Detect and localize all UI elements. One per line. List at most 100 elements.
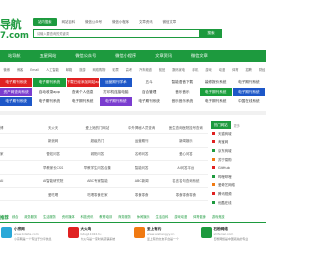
site-link[interactable]: 爱吃喝: [31, 192, 75, 197]
site-link[interactable]: 新浪网: [31, 138, 75, 143]
hot-site-item[interactable]: 爱奇艺网络: [211, 181, 266, 190]
recommend-tab[interactable]: 生活服务: [40, 213, 59, 221]
recommend-tab[interactable]: 科技资讯: [78, 213, 97, 221]
subnav-item[interactable]: 航班: [155, 67, 168, 72]
recommend-tab[interactable]: 游戏竞技: [209, 213, 228, 221]
featured-link[interactable]: 电子期刊系统: [66, 97, 99, 106]
hot-site-item[interactable]: 淘宝网: [211, 138, 266, 147]
site-card[interactable]: 大火鸟 bdsg11022.tu 大火鸟是一家时尚店铺系统: [67, 227, 134, 241]
site-link[interactable]: 天火天: [31, 125, 75, 130]
featured-link[interactable]: 资产网查询系统: [0, 87, 33, 96]
search-tab-wechat-articles[interactable]: 微信文章: [158, 18, 182, 26]
more-link[interactable]: 更多: [234, 123, 240, 128]
search-tab-site[interactable]: 站内搜索: [33, 18, 57, 26]
recommend-tab[interactable]: 体育健身: [190, 213, 209, 221]
featured-link[interactable]: 装修报价系统: [199, 78, 232, 87]
site-link[interactable]: 零食零食零食: [164, 192, 208, 197]
search-input[interactable]: [34, 30, 180, 37]
site-link[interactable]: 中外揭秘人员查询: [119, 125, 163, 130]
featured-link[interactable]: 音乐音乐系统: [166, 97, 199, 106]
nav-item-wechat-articles[interactable]: 微信文章: [180, 53, 216, 59]
hot-site-item[interactable]: 腾讯视频: [211, 189, 266, 198]
site-link[interactable]: 曹炫问答: [31, 151, 75, 156]
recommend-tab[interactable]: 政务服务: [21, 213, 40, 221]
hot-site-item[interactable]: 天猫商城: [211, 129, 266, 138]
site-link[interactable]: ABC新闻: [119, 178, 163, 183]
featured-link[interactable]: 中国在线系统: [232, 97, 265, 106]
featured-link[interactable]: 查询个人信息: [66, 87, 99, 96]
featured-link[interactable]: 五斗: [133, 78, 166, 87]
site-link[interactable]: 早教家长CSS: [31, 165, 75, 170]
site-link[interactable]: 名称问答: [119, 151, 163, 156]
nav-item-home[interactable]: 站导航: [0, 53, 29, 59]
recommend-tab[interactable]: 资讯媒体: [59, 213, 78, 221]
featured-link[interactable]: 打印机连接电脑: [99, 87, 132, 96]
search-tab-articles[interactable]: 文章资讯: [134, 18, 158, 26]
subnav-item[interactable]: 数码家电: [169, 67, 189, 72]
hot-site-item[interactable]: GitHub: [211, 163, 266, 172]
hot-site-item[interactable]: 苏宁易购: [211, 155, 266, 164]
recommend-tab[interactable]: 游戏动漫: [171, 213, 190, 221]
subnav-item[interactable]: 游戏: [202, 67, 215, 72]
search-tab-miniapp[interactable]: 微信小程序: [107, 18, 134, 26]
site-logo[interactable]: 导航 7.com: [0, 8, 29, 42]
subnav-item[interactable]: 网络购物: [89, 67, 109, 72]
hot-site-item[interactable]: 哔哩哔哩: [211, 172, 266, 181]
nav-item-wechat[interactable]: 微信公众号: [64, 53, 104, 59]
site-link[interactable]: 运营期刊: [119, 138, 163, 143]
featured-link[interactable]: 电子期刊系统: [33, 78, 66, 87]
nav-item-miniapp[interactable]: 微信小程序: [104, 53, 144, 59]
hot-site-item[interactable]: 京东商城: [211, 146, 266, 155]
featured-link[interactable]: 运营期刊学术: [99, 78, 132, 87]
site-link[interactable]: 爱心问答: [164, 151, 208, 156]
featured-link[interactable]: 电子期刊系统: [232, 87, 265, 96]
recommend-tab[interactable]: 教育培训: [96, 213, 115, 221]
featured-link[interactable]: 音乐音乐: [166, 87, 199, 96]
subnav-item[interactable]: 招聘: [242, 67, 255, 72]
site-link[interactable]: AI问答平台: [164, 165, 208, 170]
subnav-item[interactable]: 财经: [255, 67, 266, 72]
subnav-item[interactable]: 汽车频道: [136, 67, 156, 72]
featured-link[interactable]: 电子期刊系统: [0, 97, 33, 106]
featured-link[interactable]: 电子期刊系统: [199, 97, 232, 106]
recommend-tab[interactable]: 生活百科: [153, 213, 172, 221]
recommend-tab[interactable]: 商务服务: [115, 213, 134, 221]
recommend-tab[interactable]: 休闲娱乐: [134, 213, 153, 221]
site-link[interactable]: AI智能研究院: [31, 178, 75, 183]
subnav-item[interactable]: 微博: [0, 67, 13, 72]
featured-link[interactable]: 百合管理: [133, 87, 166, 96]
subnav-item[interactable]: 旅游: [76, 67, 89, 72]
subnav-item[interactable]: 博客: [13, 67, 26, 72]
site-link[interactable]: 名言名句查询系统: [164, 178, 208, 183]
hot-site-item[interactable]: 优酷在线: [211, 198, 266, 207]
site-link[interactable]: 超级热门: [75, 138, 119, 143]
site-link[interactable]: 零食零食: [119, 192, 163, 197]
featured-link[interactable]: 电子期刊系统: [199, 87, 232, 96]
featured-link[interactable]: 智能语音下载: [166, 78, 199, 87]
site-link[interactable]: 医生查询医院挂号查询: [164, 125, 208, 130]
subnav-item[interactable]: 手机: [188, 67, 201, 72]
recommend-tab[interactable]: 综合: [9, 213, 21, 221]
subnav-item[interactable]: 高考: [122, 67, 135, 72]
site-link[interactable]: 爱上她的门网站: [75, 125, 119, 130]
subnav-item[interactable]: 人工智能: [43, 67, 63, 72]
site-link[interactable]: 城阳问答: [75, 151, 119, 156]
nav-item-five-star[interactable]: 五星网站: [29, 53, 65, 59]
featured-link[interactable]: 电子期刊系统: [232, 78, 265, 87]
search-tab-wiki[interactable]: 网站百科: [57, 18, 81, 26]
search-button[interactable]: 搜索: [200, 29, 222, 38]
site-card[interactable]: 石粉网络 shifenwl.com 石粉网络是中国领先的专业: [200, 227, 267, 241]
nav-item-articles[interactable]: 文章资讯: [144, 53, 180, 59]
featured-link[interactable]: 下载已经添加网站app: [66, 78, 99, 87]
subnav-item[interactable]: 体育: [229, 67, 242, 72]
subnav-item[interactable]: 彩票: [109, 67, 122, 72]
site-link[interactable]: ABC专家智能: [75, 178, 119, 183]
site-card[interactable]: 小宗网 www.bdsite.com 小宗网是一个专注于分享信息: [0, 227, 67, 241]
featured-link[interactable]: 电子期刊系统: [33, 97, 66, 106]
subnav-item[interactable]: 动漫: [215, 67, 228, 72]
featured-link[interactable]: 自动收录app: [33, 87, 66, 96]
subnav-item[interactable]: Email: [27, 68, 43, 72]
featured-link[interactable]: 电子期刊系统: [133, 97, 166, 106]
search-tab-wechat[interactable]: 微信公众号: [80, 18, 107, 26]
site-link[interactable]: 早教学生问答合集: [75, 165, 119, 170]
